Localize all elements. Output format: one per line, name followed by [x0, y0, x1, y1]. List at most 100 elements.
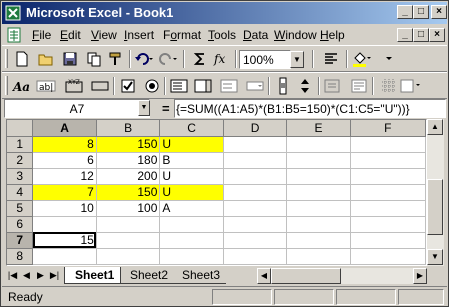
cell-b2[interactable]: 180 — [96, 152, 161, 169]
cell-f6[interactable] — [350, 216, 426, 233]
scroll-up-icon[interactable]: ▲ — [427, 119, 443, 135]
cell-a4[interactable]: 7 — [32, 184, 97, 201]
row-header[interactable]: 4 — [7, 184, 34, 201]
cell-c7[interactable] — [159, 232, 224, 249]
cell-f1[interactable] — [350, 136, 426, 153]
edit-box-icon[interactable]: ab| — [35, 76, 57, 96]
cell-f2[interactable] — [350, 152, 426, 169]
zoom-dropdown-icon[interactable]: ▼ — [290, 51, 304, 68]
cell-a5[interactable]: 10 — [32, 200, 97, 217]
checkbox-icon[interactable] — [117, 76, 139, 96]
cell-d3[interactable] — [223, 168, 288, 185]
column-header-d[interactable]: D — [223, 120, 288, 137]
save-icon[interactable] — [59, 49, 81, 69]
cell-b3[interactable]: 200 — [96, 168, 161, 185]
minimize-button[interactable]: _ — [397, 5, 413, 19]
cell-a7-active[interactable]: 15 — [32, 232, 97, 249]
tab-sheet1[interactable]: Sheet1 — [64, 267, 122, 284]
cell-b5[interactable]: 100 — [96, 200, 161, 217]
last-sheet-icon[interactable]: ▶| — [48, 268, 61, 284]
cell-e8[interactable] — [286, 248, 351, 265]
cell-b1[interactable]: 150 — [96, 136, 161, 153]
menu-edit[interactable]: Edit — [60, 28, 81, 42]
button-icon[interactable] — [89, 76, 111, 96]
cell-b8[interactable] — [96, 248, 161, 265]
workbook-icon[interactable] — [6, 27, 22, 43]
row-header[interactable]: 6 — [7, 216, 34, 233]
toggle-grid-icon[interactable] — [378, 76, 400, 96]
row-header[interactable]: 3 — [7, 168, 34, 185]
scroll-down-icon[interactable]: ▼ — [427, 249, 443, 265]
row-header[interactable]: 8 — [7, 248, 34, 265]
column-header-a[interactable]: A — [32, 120, 97, 137]
maximize-button[interactable]: □ — [413, 5, 429, 19]
cell-e7[interactable] — [286, 232, 351, 249]
column-header-c[interactable]: C — [159, 120, 224, 137]
workbook-minimize-button[interactable]: _ — [397, 28, 413, 42]
cell-d5[interactable] — [223, 200, 288, 217]
worksheet-grid[interactable]: A B C D E F 1 8 150 U 2 6 180 B 3 12 200… — [6, 119, 427, 266]
row-header[interactable]: 5 — [7, 200, 34, 217]
edit-code-icon[interactable] — [348, 76, 370, 96]
cell-a1[interactable]: 8 — [32, 136, 97, 153]
spinner-icon[interactable] — [294, 76, 316, 96]
cell-e2[interactable] — [286, 152, 351, 169]
scroll-bar-icon[interactable] — [272, 76, 294, 96]
row-header[interactable]: 1 — [7, 136, 34, 153]
tab-sheet2[interactable]: Sheet2 — [120, 267, 175, 284]
cell-f4[interactable] — [350, 184, 426, 201]
cell-d2[interactable] — [223, 152, 288, 169]
cell-e6[interactable] — [286, 216, 351, 233]
prev-sheet-icon[interactable]: ◀ — [20, 268, 33, 284]
horizontal-scrollbar[interactable]: ◀ ▶ — [257, 268, 427, 284]
cell-d1[interactable] — [223, 136, 288, 153]
cell-c6[interactable] — [159, 216, 224, 233]
workbook-close-button[interactable]: × — [429, 28, 445, 42]
cell-c5[interactable]: A — [159, 200, 224, 217]
row-header[interactable]: 2 — [7, 152, 34, 169]
menu-view[interactable]: View — [91, 28, 117, 42]
toolbar-grip[interactable] — [5, 76, 8, 95]
scroll-left-icon[interactable]: ◀ — [257, 268, 271, 284]
list-box-icon[interactable] — [168, 76, 190, 96]
align-icon[interactable] — [320, 49, 342, 69]
column-header-b[interactable]: B — [96, 120, 161, 137]
combo-box-icon[interactable] — [192, 76, 214, 96]
menu-format[interactable]: Format — [163, 28, 201, 42]
undo-icon[interactable] — [133, 49, 155, 69]
menu-tools[interactable]: Tools — [208, 28, 236, 42]
name-box[interactable]: A7 — [4, 99, 150, 118]
autosum-icon[interactable] — [189, 49, 211, 69]
toolbar-options-icon[interactable] — [378, 49, 400, 69]
menu-help[interactable]: Help — [320, 28, 345, 42]
next-sheet-icon[interactable]: ▶ — [34, 268, 47, 284]
zoom-combo[interactable]: 100% — [239, 50, 291, 69]
fill-color-icon[interactable] — [350, 49, 372, 69]
cell-c8[interactable] — [159, 248, 224, 265]
vertical-scrollbar[interactable]: ▲ ▼ — [427, 119, 444, 266]
cell-f8[interactable] — [350, 248, 426, 265]
formula-input[interactable]: {=SUM((A1:A5)*(B1:B5=150)*(C1:C5="U"))} — [174, 99, 446, 118]
cell-a3[interactable]: 12 — [32, 168, 97, 185]
label-icon[interactable]: Aa — [11, 76, 33, 96]
combo-list-icon[interactable] — [218, 76, 240, 96]
workbook-restore-button[interactable]: □ — [413, 28, 429, 42]
cell-b4[interactable]: 150 — [96, 184, 161, 201]
menu-insert[interactable]: Insert — [124, 28, 154, 42]
cell-e1[interactable] — [286, 136, 351, 153]
cell-e5[interactable] — [286, 200, 351, 217]
cell-d8[interactable] — [223, 248, 288, 265]
cell-c3[interactable]: U — [159, 168, 224, 185]
toolbar-grip[interactable] — [5, 49, 8, 68]
select-all-corner[interactable] — [7, 120, 34, 137]
column-header-e[interactable]: E — [286, 120, 351, 137]
menu-file[interactable]: File — [32, 28, 51, 42]
scroll-right-icon[interactable]: ▶ — [413, 268, 427, 284]
copy-icon[interactable] — [83, 49, 105, 69]
cell-a6[interactable] — [32, 216, 97, 233]
menu-window[interactable]: Window — [274, 28, 317, 42]
cell-a2[interactable]: 6 — [32, 152, 97, 169]
cell-a8[interactable] — [32, 248, 97, 265]
cell-f3[interactable] — [350, 168, 426, 185]
first-sheet-icon[interactable]: |◀ — [6, 268, 19, 284]
